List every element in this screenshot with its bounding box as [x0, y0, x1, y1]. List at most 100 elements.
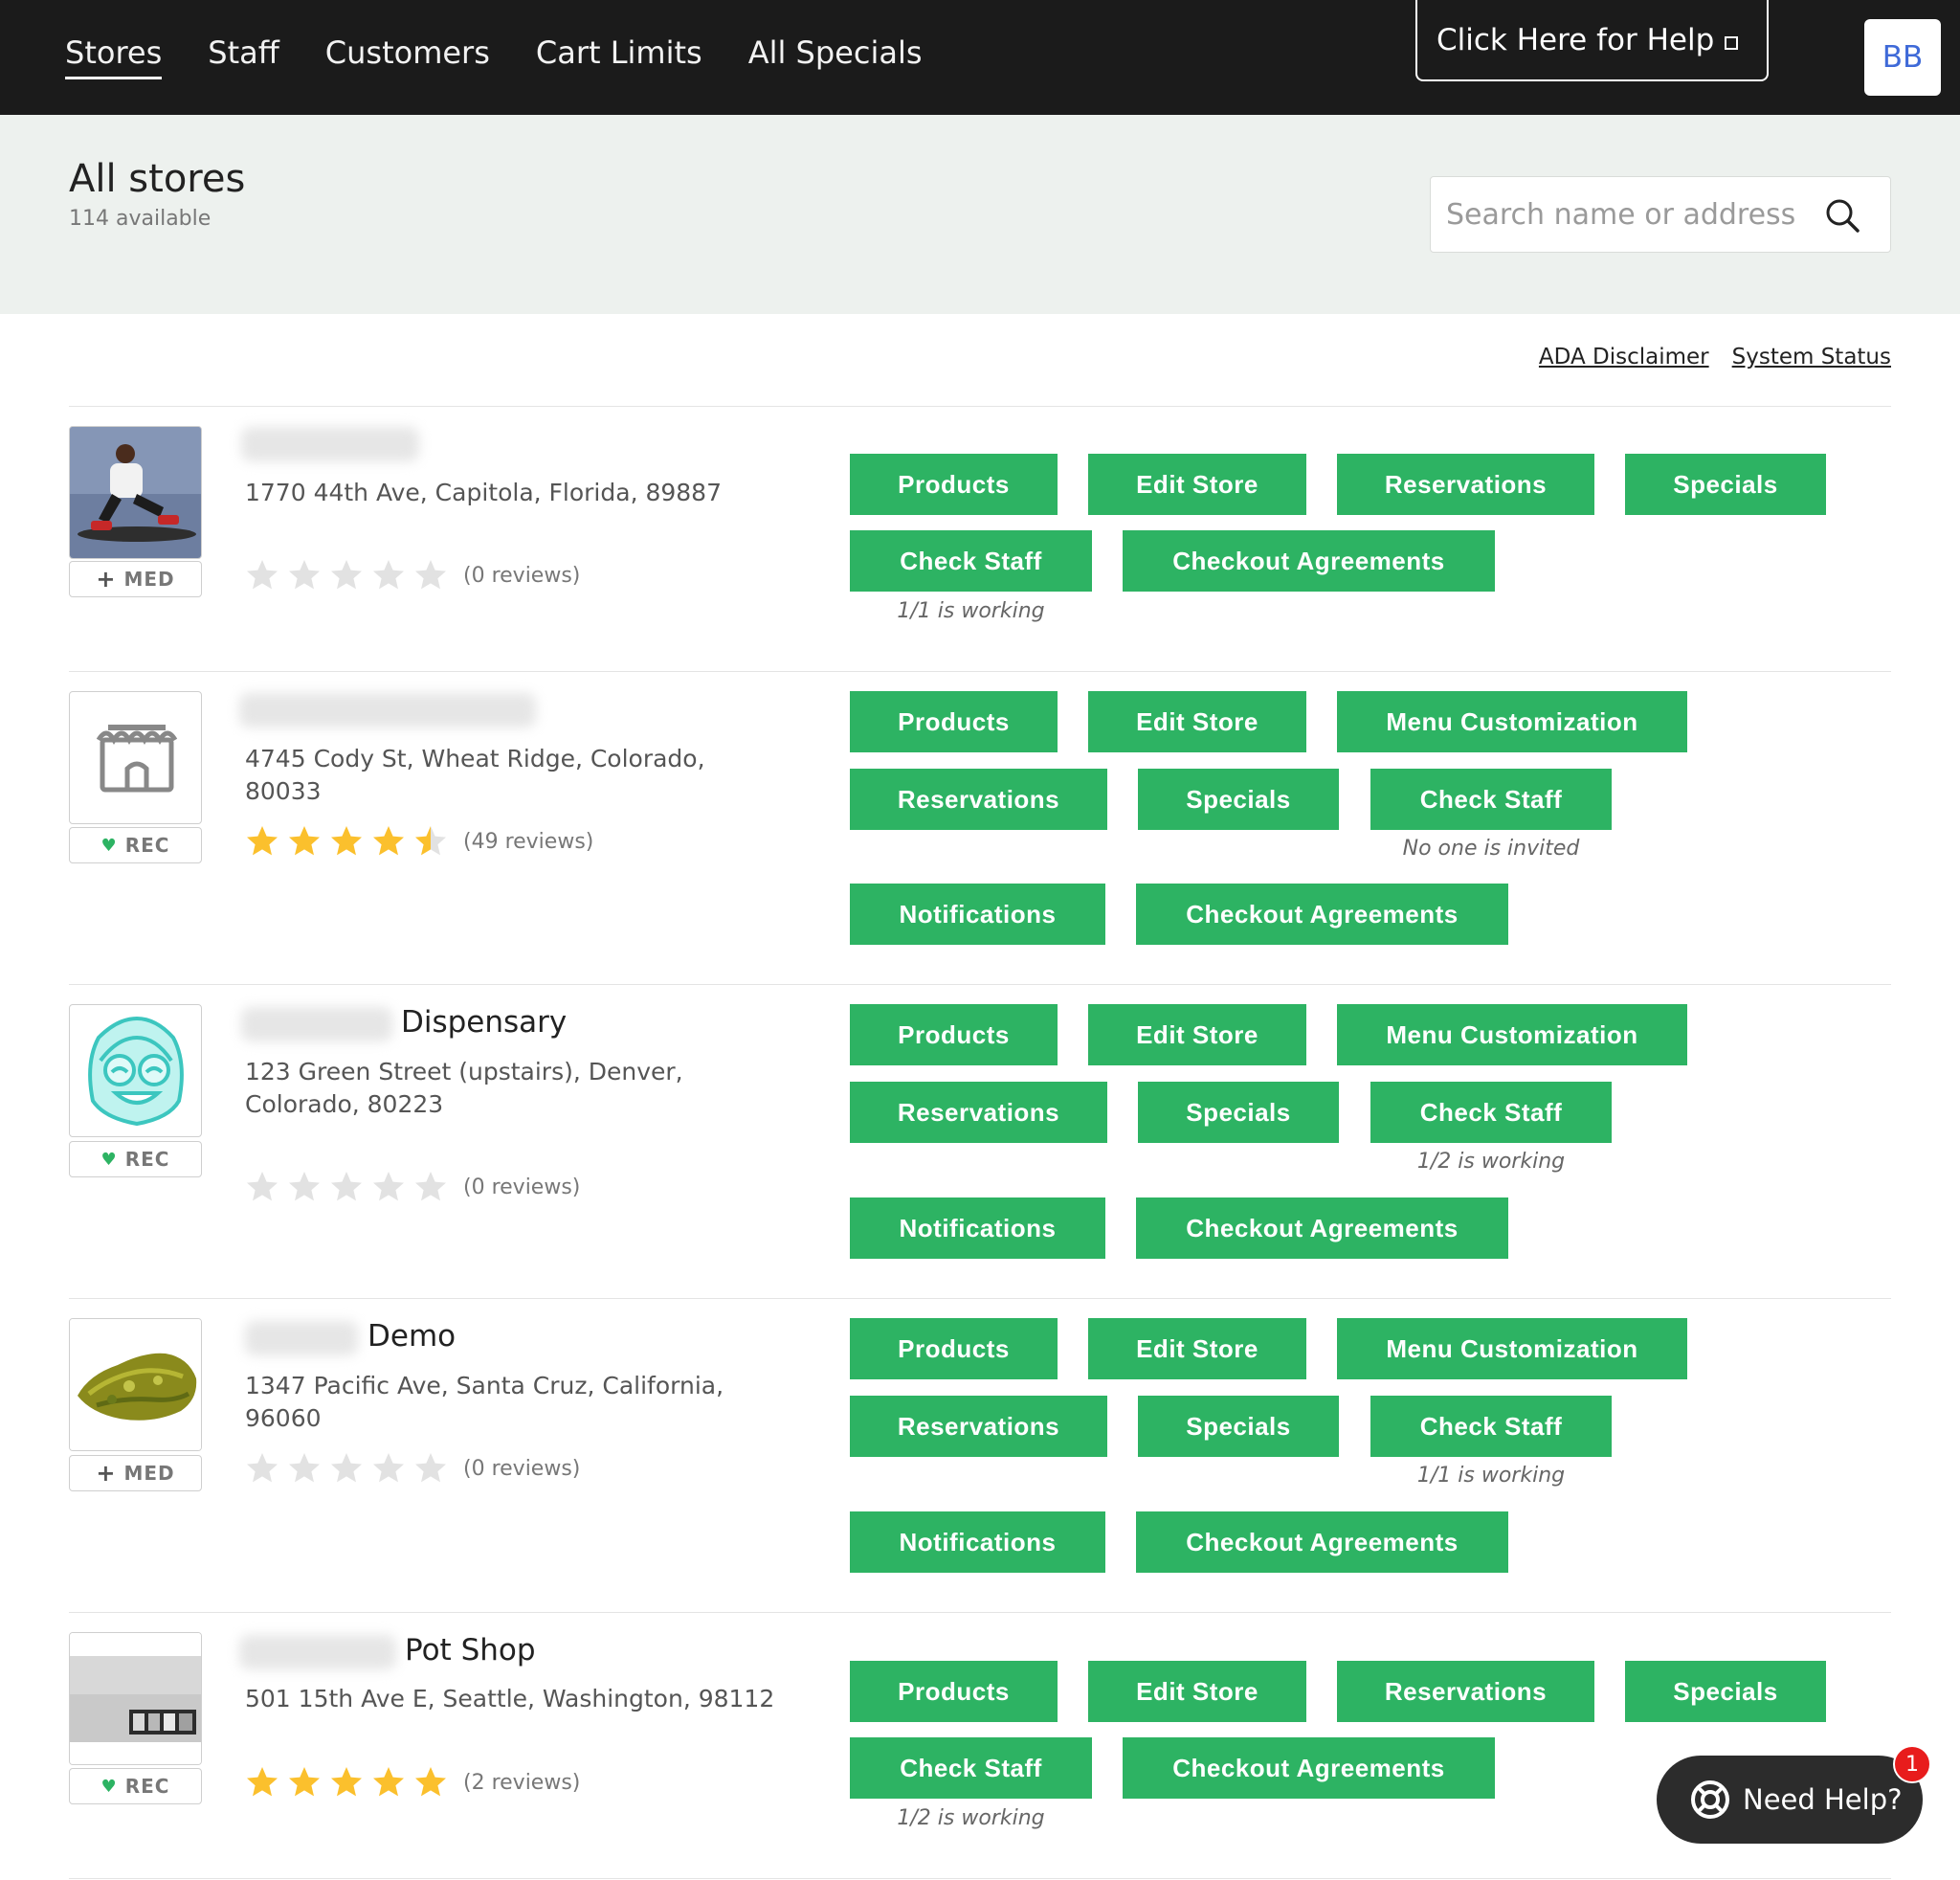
checkout-agreements-button[interactable]: Checkout Agreements [1136, 1511, 1508, 1573]
specials-button[interactable]: Specials [1625, 454, 1826, 515]
products-button[interactable]: Products [850, 1004, 1058, 1065]
need-help-label: Need Help? [1743, 1783, 1903, 1816]
specials-button[interactable]: Specials [1625, 1661, 1826, 1722]
store-image[interactable] [69, 691, 202, 824]
store-rating: (49 reviews) [245, 824, 593, 859]
store-type-label: MED [123, 568, 175, 591]
reservations-button[interactable]: Reservations [850, 1082, 1107, 1143]
need-help-widget[interactable]: Need Help? [1657, 1756, 1923, 1844]
storefront-icon [96, 725, 178, 793]
edit-store-button[interactable]: Edit Store [1088, 1318, 1306, 1379]
checkout-agreements-button[interactable]: Checkout Agreements [1136, 1197, 1508, 1259]
nav-cart-limits[interactable]: Cart Limits [536, 34, 702, 79]
lifebuoy-icon [1691, 1780, 1729, 1819]
store-rating: (0 reviews) [245, 1451, 580, 1486]
notifications-button[interactable]: Notifications [850, 1511, 1105, 1573]
check-staff-button[interactable]: Check Staff [1370, 1396, 1612, 1457]
store-type-tag: ♥ REC [69, 1141, 202, 1177]
store-type-tag: ♥ REC [69, 1768, 202, 1804]
check-staff-button[interactable]: Check Staff [850, 1737, 1092, 1799]
reservations-button[interactable]: Reservations [1337, 454, 1594, 515]
store-type-label: MED [123, 1462, 175, 1485]
store-name-redacted [245, 1321, 358, 1355]
heart-icon: ♥ [100, 835, 118, 856]
ada-disclaimer-link[interactable]: ADA Disclaimer [1539, 345, 1709, 369]
system-status-link[interactable]: System Status [1732, 345, 1891, 369]
check-staff-button[interactable]: Check Staff [850, 530, 1092, 592]
review-count: (0 reviews) [463, 1175, 581, 1199]
store-type-tag: ♥ REC [69, 827, 202, 863]
edit-store-button[interactable]: Edit Store [1088, 1661, 1306, 1722]
store-name: Dispensary [401, 1005, 568, 1040]
row-divider [69, 406, 1891, 407]
menu-customization-button[interactable]: Menu Customization [1337, 1004, 1687, 1065]
help-button[interactable]: Click Here for Help [1415, 0, 1769, 81]
reservations-button[interactable]: Reservations [850, 1396, 1107, 1457]
star-icon [331, 560, 362, 590]
cannabis-flower-photo [70, 1319, 201, 1450]
star-icon [373, 1172, 404, 1201]
star-icon [415, 560, 446, 590]
avatar[interactable]: BB [1864, 19, 1941, 96]
edit-store-button[interactable]: Edit Store [1088, 454, 1306, 515]
nav-stores[interactable]: Stores [65, 34, 163, 79]
store-image[interactable] [69, 426, 202, 559]
specials-button[interactable]: Specials [1138, 1396, 1339, 1457]
store-name-redacted [239, 1635, 396, 1669]
footer-links: ADA Disclaimer System Status [1539, 345, 1891, 369]
notification-badge: 1 [1893, 1745, 1931, 1783]
checkout-agreements-button[interactable]: Checkout Agreements [1123, 530, 1495, 592]
search-input[interactable] [1446, 190, 1810, 238]
star-icon [247, 560, 278, 590]
products-button[interactable]: Products [850, 1318, 1058, 1379]
specials-button[interactable]: Specials [1138, 1082, 1339, 1143]
row-divider [69, 984, 1891, 985]
checkout-agreements-button[interactable]: Checkout Agreements [1136, 884, 1508, 945]
staff-status: No one is invited [1402, 837, 1580, 861]
store-image[interactable] [69, 1632, 202, 1765]
checkout-agreements-button[interactable]: Checkout Agreements [1123, 1737, 1495, 1799]
star-icon [331, 1767, 362, 1797]
menu-customization-button[interactable]: Menu Customization [1337, 1318, 1687, 1379]
star-icon [373, 560, 404, 590]
products-button[interactable]: Products [850, 1661, 1058, 1722]
menu-customization-button[interactable]: Menu Customization [1337, 691, 1687, 752]
star-icon [373, 826, 404, 856]
check-staff-button[interactable]: Check Staff [1370, 769, 1612, 830]
nav-customers[interactable]: Customers [325, 34, 490, 79]
reservations-button[interactable]: Reservations [1337, 1661, 1594, 1722]
star-icon [289, 1453, 320, 1483]
edit-store-button[interactable]: Edit Store [1088, 691, 1306, 752]
edit-store-button[interactable]: Edit Store [1088, 1004, 1306, 1065]
search-icon[interactable] [1823, 196, 1861, 235]
nav-staff[interactable]: Staff [208, 34, 279, 79]
person-photo [70, 427, 201, 558]
row-divider [69, 1878, 1891, 1879]
store-address: 123 Green Street (upstairs), Denver, Col… [245, 1058, 683, 1118]
notifications-button[interactable]: Notifications [850, 884, 1105, 945]
notifications-button[interactable]: Notifications [850, 1197, 1105, 1259]
staff-status: 1/2 is working [897, 1806, 1045, 1830]
store-image[interactable] [69, 1004, 202, 1137]
square-icon [1725, 36, 1738, 50]
plus-icon: + [96, 566, 117, 593]
products-button[interactable]: Products [850, 454, 1058, 515]
store-name: Pot Shop [405, 1633, 536, 1667]
store-rating: (0 reviews) [245, 1170, 580, 1204]
store-rating: (2 reviews) [245, 1765, 580, 1800]
store-image[interactable] [69, 1318, 202, 1451]
check-staff-button[interactable]: Check Staff [1370, 1082, 1612, 1143]
heart-icon: ♥ [100, 1776, 118, 1797]
help-button-label: Click Here for Help [1437, 22, 1715, 57]
reservations-button[interactable]: Reservations [850, 769, 1107, 830]
specials-button[interactable]: Specials [1138, 769, 1339, 830]
nav-all-specials[interactable]: All Specials [748, 34, 923, 79]
store-name: Demo [368, 1319, 457, 1354]
star-icon [331, 1453, 362, 1483]
store-count: 114 available [69, 207, 212, 231]
products-button[interactable]: Products [850, 691, 1058, 752]
shelf-photo [70, 1633, 201, 1764]
star-icon [289, 1767, 320, 1797]
store-address: 1770 44th Ave, Capitola, Florida, 89887 [245, 479, 722, 506]
store-type-label: REC [124, 1775, 170, 1798]
